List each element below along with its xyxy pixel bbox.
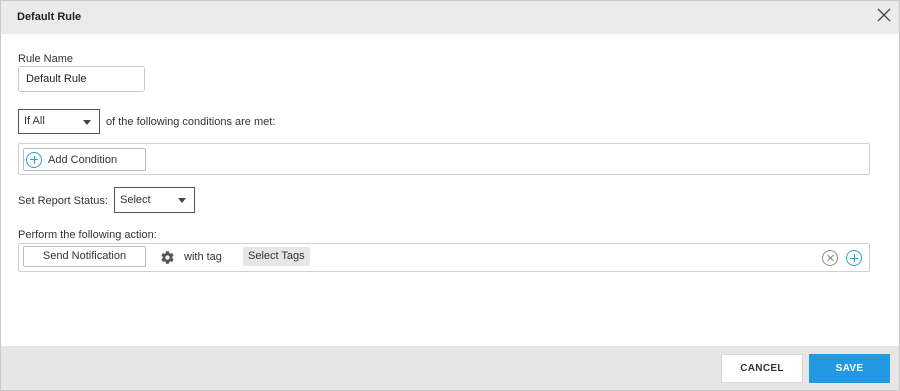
condition-match-value: If All: [24, 115, 45, 127]
report-status-label: Set Report Status:: [18, 195, 108, 207]
caret-down-icon: [178, 198, 186, 203]
with-tag-text: with tag: [184, 251, 222, 263]
conditions-container: Add Condition: [18, 143, 870, 175]
report-status-value: Select: [120, 194, 151, 206]
conditions-suffix-text: of the following conditions are met:: [106, 116, 276, 128]
plus-circle-icon[interactable]: [846, 250, 862, 266]
select-tags-input[interactable]: Select Tags: [243, 247, 310, 266]
report-status-select[interactable]: Select: [114, 187, 195, 213]
add-condition-button[interactable]: Add Condition: [23, 148, 146, 171]
default-rule-dialog: Default Rule Rule Name Default Rule If A…: [0, 0, 900, 391]
gear-icon[interactable]: [160, 250, 175, 265]
add-condition-label: Add Condition: [48, 154, 118, 166]
condition-match-select[interactable]: If All: [18, 109, 100, 134]
dialog-header: Default Rule: [1, 1, 899, 34]
caret-down-icon: [83, 119, 91, 125]
action-label: Perform the following action:: [18, 229, 157, 241]
cancel-button[interactable]: CANCEL: [721, 354, 803, 383]
send-notification-button[interactable]: Send Notification: [23, 246, 146, 267]
save-button[interactable]: SAVE: [809, 354, 890, 383]
rule-name-input[interactable]: Default Rule: [18, 66, 145, 92]
close-icon[interactable]: [877, 8, 891, 22]
plus-circle-icon: [26, 151, 42, 168]
rule-name-label: Rule Name: [18, 53, 74, 65]
dialog-title: Default Rule: [17, 11, 82, 23]
x-circle-icon[interactable]: [822, 250, 838, 266]
